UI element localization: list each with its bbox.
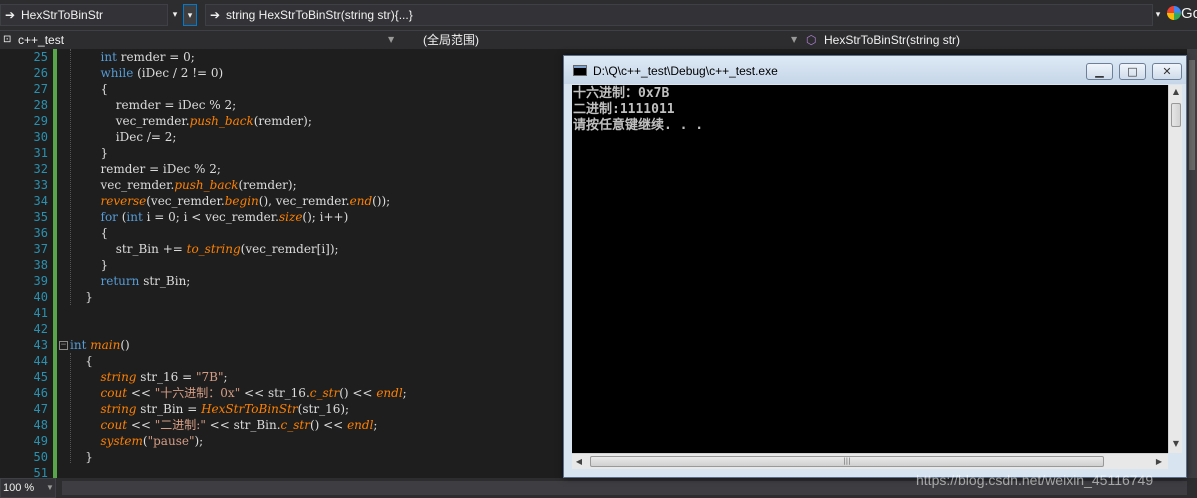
line-number: 39	[33, 274, 48, 288]
line-number: 48	[33, 418, 48, 432]
scroll-down-icon[interactable]: ▼	[1169, 437, 1183, 451]
line-number: 50	[33, 450, 48, 464]
chevron-down-icon[interactable]: ▾	[1151, 4, 1165, 26]
code-line: str_Bin += to_string(vec_remder[i]);	[70, 242, 339, 256]
line-number: 35	[33, 210, 48, 224]
console-output-line: 十六进制：0x7B	[573, 86, 670, 101]
code-line: remder = iDec % 2;	[70, 162, 221, 176]
line-number: 26	[33, 66, 48, 80]
member-scope-dropdown[interactable]: HexStrToBinStr(string str)	[824, 31, 960, 49]
line-number: 44	[33, 354, 48, 368]
line-number: 31	[33, 146, 48, 160]
minimize-button[interactable]: ▁	[1086, 63, 1113, 80]
arrow-right-icon: ➔	[210, 8, 221, 22]
minimize-icon: ▁	[1095, 65, 1104, 78]
scope-dropdown[interactable]: (全局范围)	[423, 31, 479, 49]
code-line: vec_remder.push_back(remder);	[70, 114, 312, 128]
type-dropdown[interactable]: ➔ HexStrToBinStr	[0, 4, 168, 26]
line-number: 36	[33, 226, 48, 240]
chevron-down-icon[interactable]: ▾	[168, 4, 182, 26]
navigation-bar: ➔ HexStrToBinStr ▾ ▾ ➔ string HexStrToBi…	[0, 0, 1197, 30]
scrollbar-thumb[interactable]: |||	[590, 456, 1104, 467]
method-icon: ⬡	[806, 33, 817, 47]
line-number: 47	[33, 402, 48, 416]
line-number: 40	[33, 290, 48, 304]
line-number: 30	[33, 130, 48, 144]
watermark-url: https://blog.csdn.net/weixin_45116749	[916, 472, 1154, 488]
code-line: for (int i = 0; i < vec_remder.size(); i…	[100, 210, 349, 224]
chevron-down-icon[interactable]: ▼	[388, 31, 394, 49]
code-line: string str_16 = "7B";	[100, 370, 228, 384]
line-number: 32	[33, 162, 48, 176]
line-number: 28	[33, 98, 48, 112]
console-output-line: 二进制:1111011	[573, 102, 675, 117]
code-line: {	[70, 226, 109, 240]
code-line: {	[70, 354, 93, 368]
code-line: {	[70, 82, 109, 96]
type-dropdown-label: HexStrToBinStr	[21, 8, 104, 22]
member-dropdown-label: string HexStrToBinStr(string str){...}	[226, 8, 413, 22]
collapse-icon[interactable]: −	[59, 341, 68, 350]
line-number: 34	[33, 194, 48, 208]
line-number: 38	[33, 258, 48, 272]
line-number: 43	[33, 338, 48, 352]
arrow-right-icon: ➔	[5, 8, 16, 22]
chevron-down-icon: ▼	[46, 483, 54, 492]
code-line: reverse(vec_remder.begin(), vec_remder.e…	[100, 194, 391, 208]
console-output-line: 请按任意键继续. . .	[573, 118, 704, 133]
console-window[interactable]: D:\Q\c++_test\Debug\c++_test.exe ▁ □ ✕ 十…	[563, 55, 1187, 478]
console-app-icon	[573, 65, 587, 76]
scroll-up-icon[interactable]: ▲	[1169, 85, 1183, 99]
close-icon: ✕	[1162, 65, 1172, 78]
code-line: remder = iDec % 2;	[70, 98, 237, 112]
go-label[interactable]: Go	[1181, 5, 1197, 22]
line-number: 25	[33, 50, 48, 64]
code-line: cout << "二进制:" << str_Bin.c_str() << end…	[100, 418, 378, 432]
console-title-bar[interactable]: D:\Q\c++_test\Debug\c++_test.exe ▁ □ ✕	[564, 56, 1186, 84]
maximize-icon: □	[1127, 65, 1138, 78]
code-line: }	[70, 450, 93, 464]
console-output-area[interactable]: 十六进制：0x7B 二进制:1111011 请按任意键继续. . .	[572, 85, 1168, 453]
close-button[interactable]: ✕	[1152, 63, 1182, 80]
maximize-button[interactable]: □	[1119, 63, 1146, 80]
code-line: int remder = 0;	[100, 50, 195, 64]
code-line: }	[70, 258, 109, 272]
line-number: 27	[33, 82, 48, 96]
line-number: 42	[33, 322, 48, 336]
scrollbar-thumb[interactable]	[1189, 60, 1195, 170]
google-icon[interactable]	[1167, 6, 1181, 20]
scrollbar-thumb[interactable]	[1171, 103, 1181, 127]
code-line: }	[70, 146, 109, 160]
scope-bar: ⊡ c++_test ▼ (全局范围) ▼ ⬡ HexStrToBinStr(s…	[0, 30, 1197, 49]
zoom-level: 100 %	[3, 482, 35, 494]
line-number: 37	[33, 242, 48, 256]
console-title: D:\Q\c++_test\Debug\c++_test.exe	[593, 64, 778, 78]
split-dropdown-button[interactable]: ▾	[183, 4, 197, 26]
project-dropdown[interactable]: c++_test	[18, 31, 64, 49]
console-horizontal-scrollbar[interactable]: ◀ ||| ▶	[572, 453, 1168, 469]
code-line: iDec /= 2;	[70, 130, 177, 144]
console-vertical-scrollbar[interactable]: ▲ ▼	[1168, 85, 1182, 453]
code-line: }	[70, 290, 93, 304]
code-line: while (iDec / 2 != 0)	[100, 66, 224, 80]
scroll-right-icon[interactable]: ▶	[1152, 454, 1166, 470]
line-number-gutter: 25 26 27 28 29 30 31 32 33 34 35 36 37 38 39 40 41 42 43 44…	[0, 49, 54, 480]
zoom-dropdown[interactable]: 100 % ▼	[0, 478, 56, 498]
member-dropdown[interactable]: ➔ string HexStrToBinStr(string str){...}	[205, 4, 1153, 26]
line-number: 33	[33, 178, 48, 192]
code-line: cout << "十六进制：0x" << str_16.c_str() << e…	[100, 386, 407, 400]
chevron-down-icon[interactable]: ▼	[791, 31, 797, 49]
scroll-left-icon[interactable]: ◀	[572, 454, 586, 470]
code-line: string str_Bin = HexStrToBinStr(str_16);	[100, 402, 350, 416]
line-number: 49	[33, 434, 48, 448]
project-icon: ⊡	[3, 34, 12, 45]
line-number: 46	[33, 386, 48, 400]
code-line: system("pause");	[100, 434, 204, 448]
line-number: 45	[33, 370, 48, 384]
code-line: return str_Bin;	[100, 274, 191, 288]
code-line: int main()	[70, 338, 130, 352]
line-number: 41	[33, 306, 48, 320]
code-line: vec_remder.push_back(remder);	[70, 178, 297, 192]
line-number: 29	[33, 114, 48, 128]
